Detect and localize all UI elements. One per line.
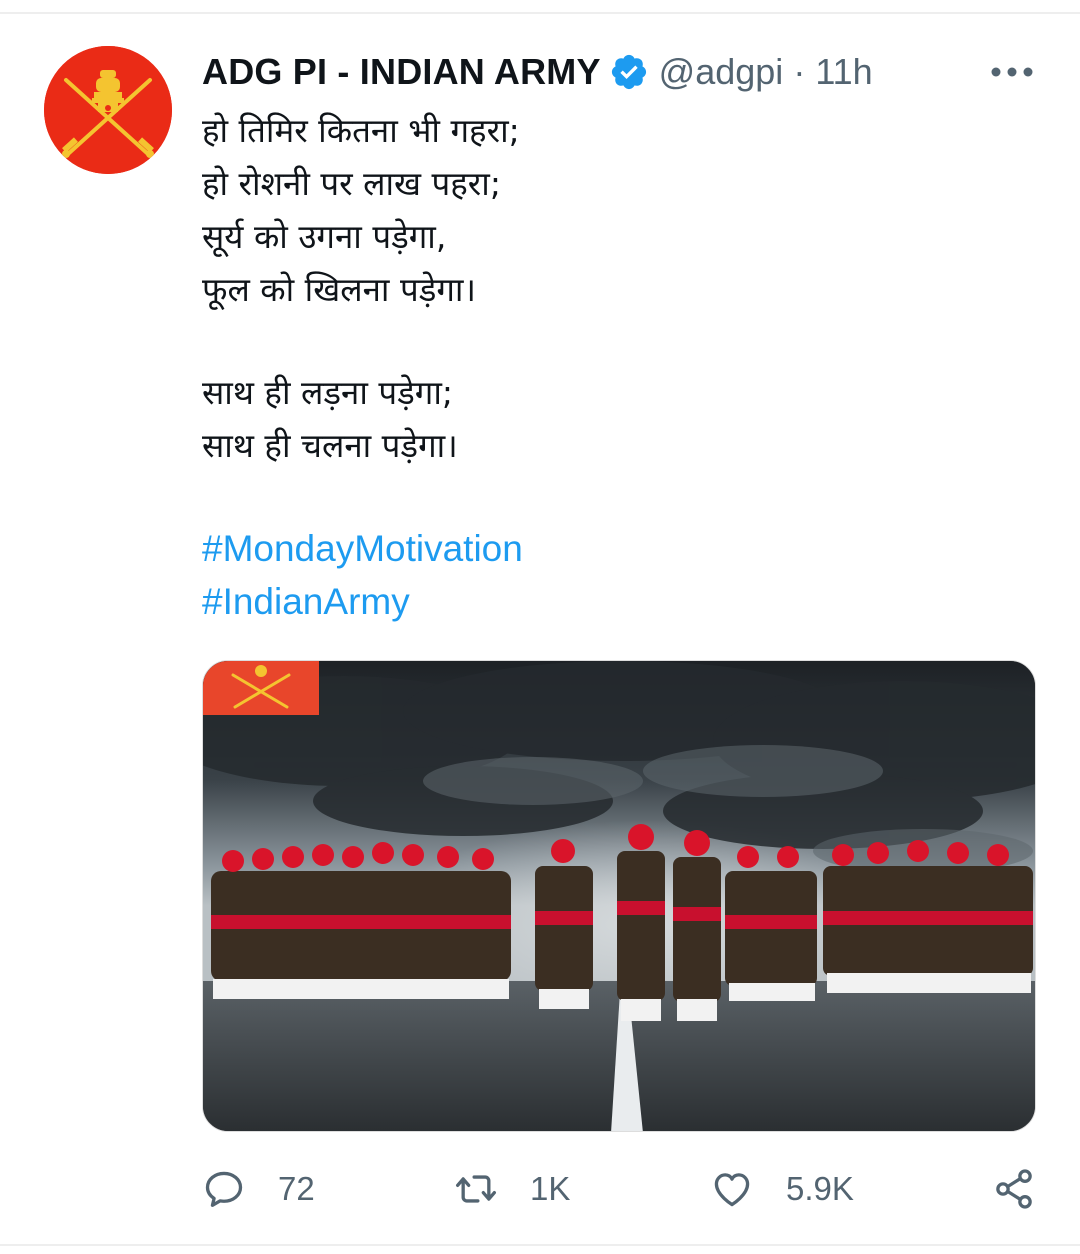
- share-button[interactable]: [992, 1162, 1036, 1216]
- text-line: हो रोशनी पर लाख पहरा;: [202, 164, 501, 203]
- reply-count: 72: [278, 1170, 315, 1207]
- top-divider: [0, 12, 1080, 14]
- retweet-icon: [456, 1175, 496, 1203]
- like-count: 5.9K: [786, 1170, 854, 1207]
- text-line: हो तिमिर कितना भी गहरा;: [202, 111, 520, 150]
- army-emblem-icon: [44, 46, 172, 174]
- hashtag-link[interactable]: #MondayMotivation: [202, 522, 1042, 575]
- reply-button[interactable]: 72: [202, 1162, 315, 1216]
- heart-icon: [714, 1173, 750, 1207]
- timestamp[interactable]: 11h: [815, 51, 872, 93]
- reply-icon: [205, 1171, 243, 1207]
- text-line: सूर्य को उगना पड़ेगा,: [202, 217, 447, 256]
- display-name[interactable]: ADG PI - INDIAN ARMY: [202, 51, 601, 93]
- verified-badge-icon: [609, 52, 649, 92]
- retweet-button[interactable]: 1K: [454, 1162, 570, 1216]
- tweet-media-image[interactable]: [202, 660, 1036, 1132]
- text-line: साथ ही चलना पड़ेगा।: [202, 426, 458, 465]
- tweet-text: हो तिमिर कितना भी गहरा; हो रोशनी पर लाख …: [202, 104, 1042, 628]
- tweet-header: ADG PI - INDIAN ARMY @adgpi · 11h: [202, 50, 873, 94]
- more-options-button[interactable]: [988, 56, 1036, 88]
- bottom-divider: [0, 1244, 1080, 1246]
- like-button[interactable]: 5.9K: [710, 1162, 854, 1216]
- parade-photo: [203, 661, 1035, 1131]
- avatar[interactable]: [44, 46, 172, 174]
- hashtag-link[interactable]: #IndianArmy: [202, 575, 1042, 628]
- tweet-card[interactable]: ADG PI - INDIAN ARMY @adgpi · 11h हो तिम…: [0, 0, 1080, 1254]
- separator-dot: ·: [793, 51, 806, 92]
- retweet-count: 1K: [530, 1170, 571, 1207]
- tweet-actions: 72 1K 5.9K: [202, 1162, 1042, 1216]
- text-line: फूल को खिलना पड़ेगा।: [202, 270, 476, 309]
- user-handle[interactable]: @adgpi: [659, 51, 784, 93]
- more-options-icon: [991, 67, 1033, 77]
- share-icon: [996, 1169, 1032, 1209]
- text-line: साथ ही लड़ना पड़ेगा;: [202, 373, 454, 412]
